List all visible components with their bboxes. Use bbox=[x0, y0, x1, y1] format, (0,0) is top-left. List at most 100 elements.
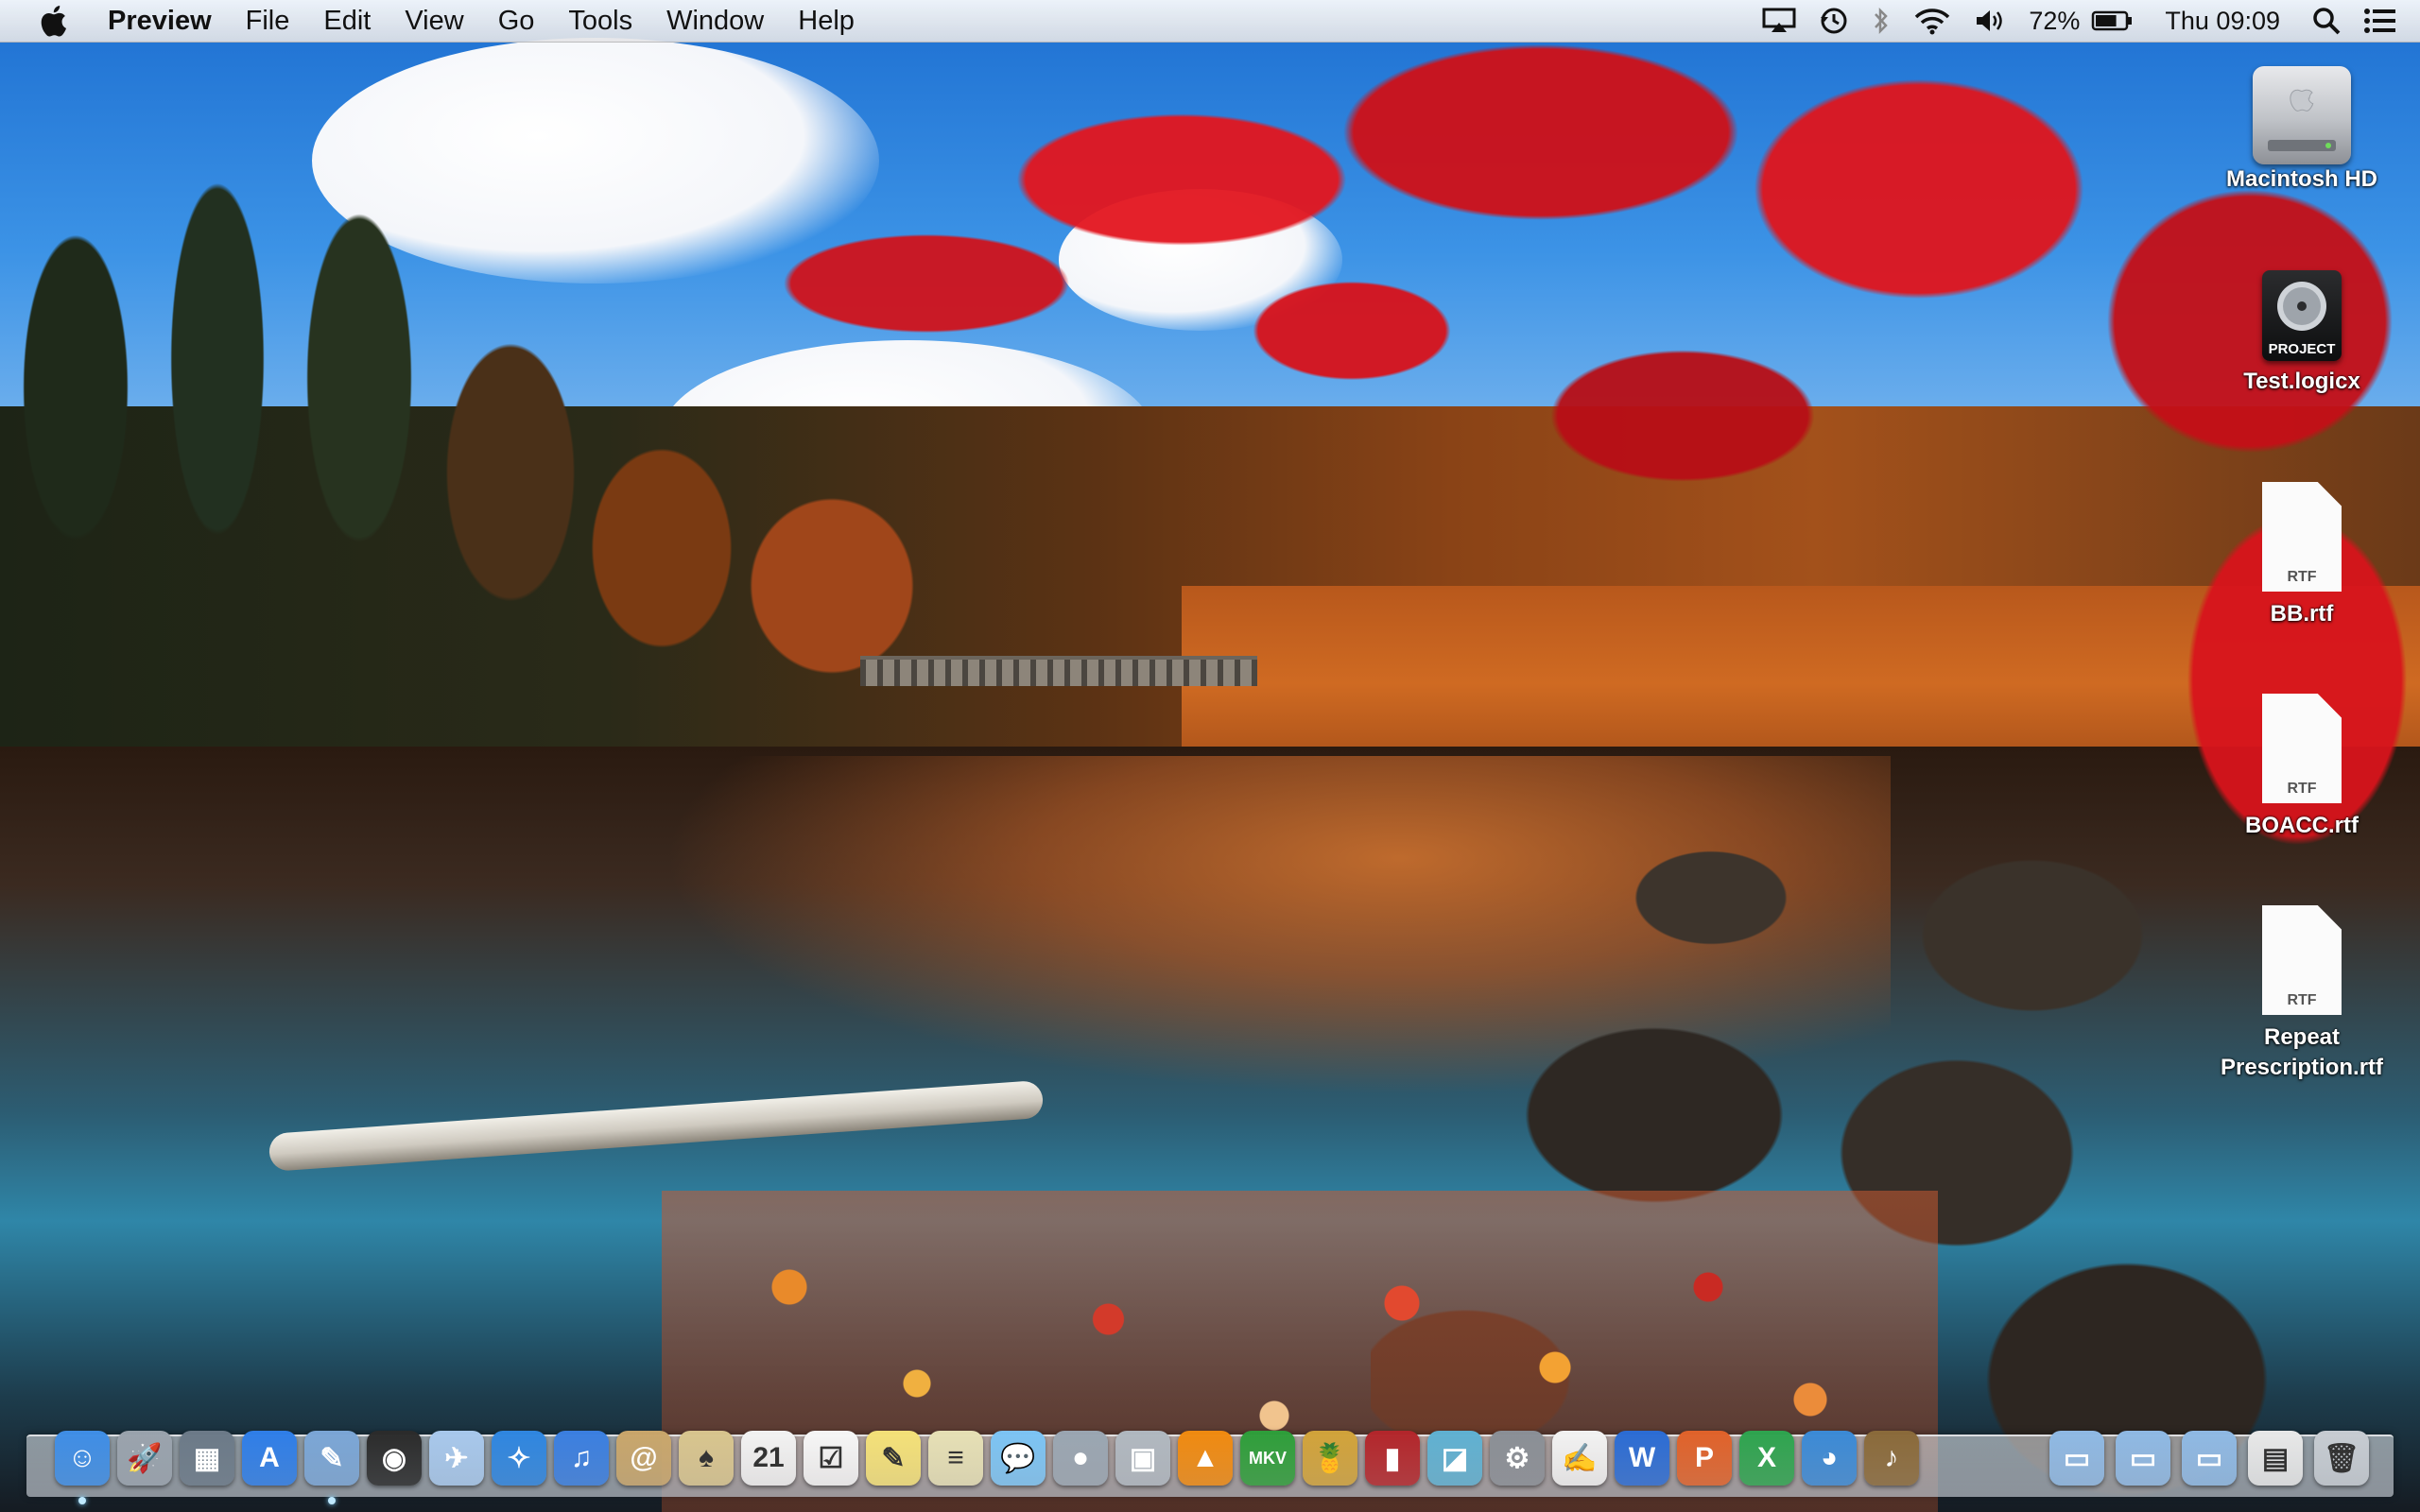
menu-help[interactable]: Help bbox=[781, 0, 872, 42]
trash-glyph: 🗑 bbox=[2323, 1442, 2360, 1474]
downloads-folder-icon[interactable]: ▭ bbox=[2182, 1431, 2237, 1486]
desktop-icon-label: Macintosh HD bbox=[2225, 166, 2377, 192]
menu-tools[interactable]: Tools bbox=[551, 0, 649, 42]
dock-stacks: ▭ ▭ ▭ ▤ 🗑 bbox=[2049, 1427, 2369, 1489]
desktop-icon-macintosh-hd[interactable]: Macintosh HD bbox=[2212, 66, 2392, 195]
desktop-icon-repeat-prescription-rtf[interactable]: RTF Repeat Prescription.rtf bbox=[2212, 905, 2392, 1083]
contacts-glyph: @ bbox=[630, 1442, 658, 1473]
menu-edit[interactable]: Edit bbox=[306, 0, 388, 42]
rtf-badge: RTF bbox=[2287, 569, 2317, 585]
powerpoint-icon[interactable]: P bbox=[1677, 1431, 1732, 1486]
menu-file[interactable]: File bbox=[229, 0, 307, 42]
menu-go[interactable]: Go bbox=[481, 0, 552, 42]
photo-booth-glyph: ▮ bbox=[1384, 1442, 1401, 1474]
battery-percentage[interactable]: 72% bbox=[2017, 0, 2091, 42]
app-store-glyph: A bbox=[259, 1442, 280, 1473]
desktop-icon-label: Repeat Prescription.rtf bbox=[2220, 1024, 2384, 1080]
solitaire-icon[interactable]: ♠ bbox=[679, 1431, 734, 1486]
applications-folder-icon[interactable]: ▭ bbox=[2049, 1431, 2104, 1486]
finder-icon[interactable]: ☺ bbox=[55, 1431, 110, 1486]
mail-glyph: ✈ bbox=[444, 1442, 469, 1474]
documents-folder-glyph: ▭ bbox=[2129, 1442, 2157, 1474]
messages-icon[interactable]: 💬 bbox=[991, 1431, 1046, 1486]
desktop-icon-test-logicx[interactable]: PROJECT Test.logicx bbox=[2212, 270, 2392, 397]
vlc-icon[interactable]: ▲ bbox=[1178, 1431, 1233, 1486]
mkv-player-glyph: MKV bbox=[1249, 1448, 1287, 1468]
wallpaper-maple-leaves bbox=[690, 19, 2420, 888]
facetime-camera-icon[interactable]: ● bbox=[1053, 1431, 1108, 1486]
vlc-glyph: ▲ bbox=[1191, 1442, 1219, 1473]
mail-icon[interactable]: ✈ bbox=[429, 1431, 484, 1486]
stickies-icon[interactable]: ≡ bbox=[928, 1431, 983, 1486]
app-store-icon[interactable]: A bbox=[242, 1431, 297, 1486]
iphoto-icon[interactable]: ▣ bbox=[1115, 1431, 1170, 1486]
notification-center-icon[interactable] bbox=[2352, 0, 2420, 42]
safari-icon[interactable]: ✧ bbox=[492, 1431, 546, 1486]
rtf-document-icon: RTF bbox=[2262, 482, 2342, 592]
running-indicator bbox=[328, 1497, 336, 1504]
pineapple-glyph: 🍍 bbox=[1312, 1442, 1348, 1474]
logic-project-icon: PROJECT bbox=[2262, 270, 2342, 361]
volume-icon[interactable] bbox=[1962, 0, 2017, 42]
network-utility-glyph: ◕ bbox=[1820, 1442, 1839, 1473]
desktop-icon-label: BOACC.rtf bbox=[2245, 813, 2359, 838]
desktop-icon-label: BB.rtf bbox=[2270, 601, 2334, 627]
system-preferences-icon[interactable]: ⚙ bbox=[1490, 1431, 1545, 1486]
app-menu-preview[interactable]: Preview bbox=[91, 0, 229, 42]
desktop-icon-label: Test.logicx bbox=[2243, 369, 2360, 394]
menu-view[interactable]: View bbox=[388, 0, 480, 42]
running-indicator bbox=[78, 1497, 86, 1504]
facetime-icon[interactable]: ◉ bbox=[367, 1431, 422, 1486]
mkv-player-icon[interactable]: MKV bbox=[1240, 1431, 1295, 1486]
hard-drive-icon bbox=[2253, 66, 2351, 164]
system-preferences-glyph: ⚙ bbox=[1504, 1442, 1530, 1474]
network-utility-icon[interactable]: ◕ bbox=[1802, 1431, 1857, 1486]
menu-window[interactable]: Window bbox=[649, 0, 781, 42]
notes-icon[interactable]: ✎ bbox=[866, 1431, 921, 1486]
garageband-glyph: ♪ bbox=[1884, 1442, 1899, 1473]
desktop-icon-boacc-rtf[interactable]: RTF BOACC.rtf bbox=[2212, 694, 2392, 841]
launchpad-icon[interactable]: 🚀 bbox=[117, 1431, 172, 1486]
menu-bar: Preview File Edit View Go Tools Window H… bbox=[0, 0, 2420, 43]
word-icon[interactable]: W bbox=[1615, 1431, 1669, 1486]
reminders-icon[interactable]: ☑ bbox=[804, 1431, 858, 1486]
textedit-icon[interactable]: ✍ bbox=[1552, 1431, 1607, 1486]
contacts-icon[interactable]: @ bbox=[616, 1431, 671, 1486]
messages-glyph: 💬 bbox=[1000, 1442, 1036, 1474]
apple-menu-icon[interactable] bbox=[32, 0, 74, 42]
spotlight-icon[interactable] bbox=[2301, 0, 2352, 42]
time-machine-icon[interactable] bbox=[1807, 0, 1860, 42]
recent-document-icon[interactable]: ▤ bbox=[2248, 1431, 2303, 1486]
rtf-document-icon: RTF bbox=[2262, 905, 2342, 1015]
calendar-glyph: 21 bbox=[752, 1442, 785, 1473]
preview-icon[interactable]: ✎ bbox=[304, 1431, 359, 1486]
preview-glyph: ✎ bbox=[320, 1442, 344, 1474]
mission-control-icon[interactable]: ▦ bbox=[180, 1431, 234, 1486]
trash-icon[interactable]: 🗑 bbox=[2314, 1431, 2369, 1486]
project-badge: PROJECT bbox=[2268, 341, 2336, 357]
desktop-icon-bb-rtf[interactable]: RTF BB.rtf bbox=[2212, 482, 2392, 629]
itunes-icon[interactable]: ♫ bbox=[554, 1431, 609, 1486]
photo-booth-icon[interactable]: ▮ bbox=[1365, 1431, 1420, 1486]
textedit-glyph: ✍ bbox=[1562, 1442, 1598, 1474]
reminders-glyph: ☑ bbox=[818, 1442, 844, 1474]
mission-control-glyph: ▦ bbox=[193, 1442, 221, 1474]
safari-glyph: ✧ bbox=[507, 1442, 531, 1474]
image-capture-icon[interactable]: ◪ bbox=[1427, 1431, 1482, 1486]
menu-clock[interactable]: Thu 09:09 bbox=[2144, 0, 2301, 42]
finder-glyph: ☺ bbox=[67, 1442, 97, 1473]
bluetooth-icon[interactable] bbox=[1860, 0, 1902, 42]
rtf-document-icon: RTF bbox=[2262, 694, 2342, 803]
word-glyph: W bbox=[1628, 1442, 1656, 1473]
rtf-badge: RTF bbox=[2287, 781, 2317, 797]
excel-icon[interactable]: X bbox=[1739, 1431, 1794, 1486]
wifi-icon[interactable] bbox=[1902, 0, 1962, 42]
stickies-glyph: ≡ bbox=[947, 1442, 964, 1473]
calendar-icon[interactable]: 21 bbox=[741, 1431, 796, 1486]
battery-icon[interactable] bbox=[2091, 0, 2144, 42]
status-menus: 72% Thu 09:09 bbox=[1751, 0, 2420, 42]
garageband-icon[interactable]: ♪ bbox=[1864, 1431, 1919, 1486]
airplay-icon[interactable] bbox=[1751, 0, 1807, 42]
documents-folder-icon[interactable]: ▭ bbox=[2116, 1431, 2170, 1486]
pineapple-icon[interactable]: 🍍 bbox=[1303, 1431, 1357, 1486]
